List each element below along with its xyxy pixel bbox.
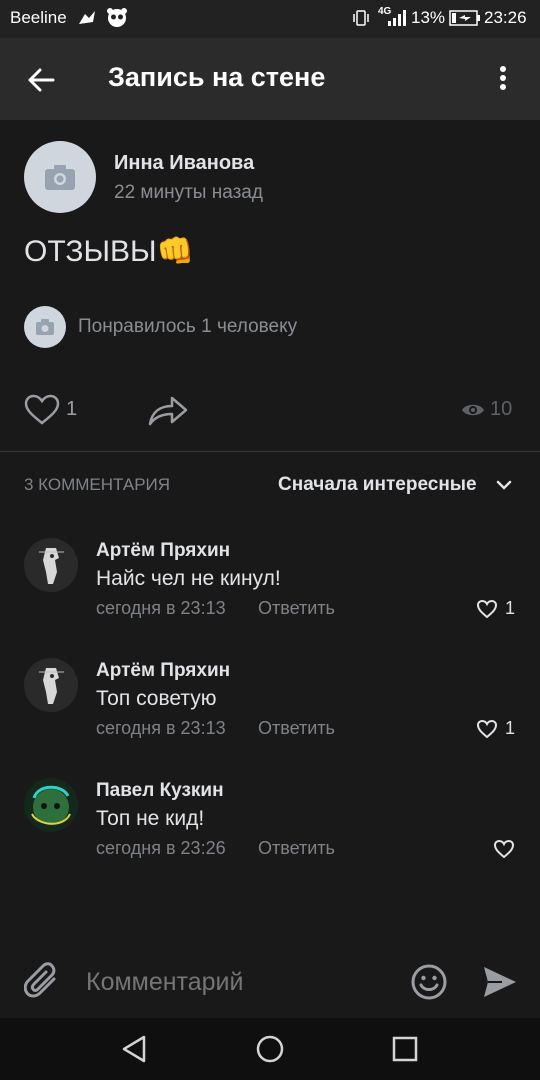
sort-selector[interactable]: Сначала интересные <box>278 474 477 496</box>
signal-icon <box>388 10 406 26</box>
comment-author[interactable]: Артём Пряхин <box>96 540 230 562</box>
attach-icon[interactable] <box>24 962 60 1000</box>
comment-item: Артём Пряхин Найс чел не кинул! сегодня … <box>0 530 540 640</box>
views-count: 10 <box>490 398 513 420</box>
system-nav-bar <box>0 1018 540 1080</box>
comment-item: Артём Пряхин Топ советую сегодня в 23:13… <box>0 650 540 760</box>
commenter-avatar[interactable] <box>24 778 78 832</box>
nav-home-icon[interactable] <box>255 1034 285 1064</box>
like-heart-icon[interactable] <box>24 394 60 426</box>
comment-like-icon[interactable] <box>476 719 498 739</box>
status-bar: Beeline 4G 13% 23:26 <box>0 0 540 38</box>
commenter-avatar[interactable] <box>24 538 78 592</box>
comments-count-label: 3 КОММЕНТАРИЯ <box>24 475 171 494</box>
app-bar: Запись на стене <box>0 38 540 120</box>
comment-like-icon[interactable] <box>476 599 498 619</box>
reply-button[interactable]: Ответить <box>258 838 335 859</box>
commenter-avatar[interactable] <box>24 658 78 712</box>
more-options-icon[interactable] <box>496 64 510 94</box>
author-avatar[interactable] <box>24 141 96 213</box>
comment-author[interactable]: Артём Пряхин <box>96 660 230 682</box>
comment-time: сегодня в 23:13 <box>96 718 226 738</box>
post-author-name[interactable]: Инна Иванова <box>114 152 254 175</box>
comment-time: сегодня в 23:26 <box>96 838 226 858</box>
divider <box>0 451 540 452</box>
views-eye-icon <box>462 404 484 416</box>
back-arrow-icon[interactable] <box>26 65 56 95</box>
share-icon[interactable] <box>148 394 188 426</box>
comment-like-count: 1 <box>505 718 516 738</box>
comment-text: Найс чел не кинул! <box>96 567 281 590</box>
comment-text: Топ не кид! <box>96 807 205 830</box>
liked-by-avatar[interactable] <box>24 306 66 348</box>
comment-like-icon[interactable] <box>493 839 515 859</box>
comment-item: Павел Кузкин Топ не кид! сегодня в 23:26… <box>0 770 540 880</box>
camera-icon <box>36 319 54 335</box>
comment-time: сегодня в 23:13 <box>96 598 226 618</box>
comment-text: Топ советую <box>96 687 217 710</box>
emoji-icon[interactable] <box>410 963 448 1001</box>
comment-like-count: 1 <box>505 598 516 618</box>
post-time: 22 минуты назад <box>114 182 263 203</box>
page-title: Запись на стене <box>108 62 326 92</box>
battery-percent: 13% <box>411 8 446 27</box>
app-notification-icon <box>79 11 95 24</box>
panda-icon <box>107 8 127 27</box>
battery-icon <box>449 10 480 26</box>
reply-button[interactable]: Ответить <box>258 718 335 739</box>
send-icon[interactable] <box>482 964 518 1000</box>
reply-button[interactable]: Ответить <box>258 598 335 619</box>
nav-back-icon[interactable] <box>120 1034 150 1064</box>
post-content: Инна Иванова 22 минуты назад ОТЗЫВЫ👊 Пон… <box>0 120 540 1020</box>
clock: 23:26 <box>484 8 527 27</box>
like-count: 1 <box>66 398 78 420</box>
chevron-down-icon[interactable] <box>496 480 512 490</box>
liked-by-text[interactable]: Понравилось 1 человеку <box>78 316 297 338</box>
vibrate-icon <box>353 10 369 26</box>
nav-recents-icon[interactable] <box>392 1036 418 1062</box>
comment-author[interactable]: Павел Кузкин <box>96 780 224 802</box>
post-text: ОТЗЫВЫ👊 <box>24 235 194 268</box>
comment-input[interactable] <box>84 960 388 1004</box>
camera-icon <box>45 165 75 190</box>
carrier-label: Beeline <box>10 8 67 27</box>
